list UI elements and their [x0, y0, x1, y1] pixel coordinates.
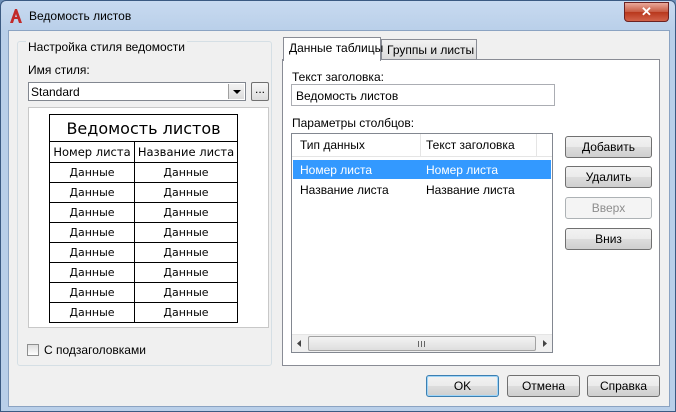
preview-row: Данные Данные [49, 262, 238, 283]
preview-cell: Данные [49, 242, 135, 263]
preview-cell: Данные [134, 222, 238, 243]
preview-cell: Данные [134, 182, 238, 203]
chevron-down-icon[interactable] [228, 84, 244, 99]
dialog-window: Ведомость листов ✕ Настройка стиля ведом… [0, 0, 676, 412]
header-text-field[interactable]: Ведомость листов [291, 84, 555, 106]
preview-row: Данные Данные [49, 222, 238, 243]
preview-cell: Данные [49, 202, 135, 223]
list-item-type: Номер листа [300, 163, 373, 177]
style-name-combobox[interactable]: Standard [28, 82, 246, 101]
add-button-label: Добавить [581, 140, 636, 154]
add-button[interactable]: Добавить [565, 136, 652, 158]
autocad-a-icon [10, 9, 22, 23]
horizontal-scrollbar[interactable] [292, 334, 552, 352]
style-name-value: Standard [31, 85, 80, 99]
style-name-label: Имя стиля: [28, 63, 90, 77]
subheadings-checkbox-label[interactable]: С подзаголовками [44, 343, 146, 357]
column-header-title-text[interactable]: Текст заголовка [426, 138, 515, 152]
tab-table-data[interactable]: Данные таблицы [283, 37, 384, 61]
preview-row: Данные Данные [49, 182, 238, 203]
list-item-type: Название листа [300, 183, 389, 197]
scroll-right-icon[interactable] [537, 336, 552, 351]
help-button-label: Справка [599, 379, 648, 393]
browse-style-button[interactable]: ... [251, 82, 269, 101]
delete-button-label: Удалить [585, 170, 632, 184]
cancel-button[interactable]: Отмена [507, 375, 580, 397]
preview-cell: Данные [134, 302, 238, 323]
tab-label: Группы и листы [387, 43, 475, 57]
columns-label: Параметры столбцов: [292, 116, 415, 130]
column-divider[interactable] [536, 134, 537, 156]
window-title: Ведомость листов [29, 9, 132, 23]
preview-cell: Данные [134, 262, 238, 283]
list-item-header: Номер листа [426, 163, 499, 177]
preview-cell: Данные [134, 242, 238, 263]
preview-cell: Данные [49, 302, 135, 323]
grip-icon [418, 341, 425, 347]
preview-row: Данные Данные [49, 302, 238, 323]
columns-listview[interactable]: Тип данных Текст заголовка Номер листа Н… [291, 133, 553, 353]
dialog-client-area: Настройка стиля ведомости Имя стиля: Sta… [8, 30, 670, 407]
preview-header-cell: Название листа [134, 141, 238, 163]
list-item-header: Название листа [426, 183, 515, 197]
subheadings-checkbox[interactable] [27, 344, 39, 356]
listview-header: Тип данных Текст заголовка [292, 134, 552, 157]
preview-cell: Данные [49, 182, 135, 203]
close-icon: ✕ [641, 4, 652, 19]
list-item[interactable]: Номер листа Номер листа [293, 160, 551, 179]
ok-button[interactable]: OK [426, 375, 499, 397]
scroll-left-icon[interactable] [292, 336, 307, 351]
ok-button-label: OK [453, 379, 472, 393]
style-preview: Ведомость листов Номер листа Название ли… [28, 107, 269, 328]
preview-row: Данные Данные [49, 202, 238, 223]
column-header-data-type[interactable]: Тип данных [300, 138, 365, 152]
help-button[interactable]: Справка [587, 375, 660, 397]
move-up-button-label: Вверх [591, 201, 626, 215]
preview-row: Данные Данные [49, 242, 238, 263]
title-bar[interactable]: Ведомость листов ✕ [1, 1, 675, 31]
column-divider[interactable] [420, 134, 421, 156]
preview-table: Ведомость листов Номер листа Название ли… [49, 114, 238, 323]
cancel-button-label: Отмена [521, 379, 566, 393]
tab-groups-and-sheets[interactable]: Группы и листы [381, 39, 477, 59]
preview-row: Данные Данные [49, 162, 238, 183]
move-down-button[interactable]: Вниз [565, 228, 652, 250]
preview-cell: Данные [134, 282, 238, 303]
preview-cell: Данные [49, 222, 135, 243]
preview-cell: Данные [134, 162, 238, 183]
delete-button[interactable]: Удалить [565, 166, 652, 188]
preview-cell: Данные [49, 282, 135, 303]
preview-cell: Данные [49, 162, 135, 183]
tab-label: Данные таблицы [289, 41, 384, 55]
scrollbar-thumb[interactable] [308, 336, 536, 351]
preview-cell: Данные [49, 262, 135, 283]
preview-header-cell: Номер листа [49, 141, 135, 163]
preview-row: Данные Данные [49, 282, 238, 303]
list-item[interactable]: Название листа Название листа [293, 180, 551, 199]
move-down-button-label: Вниз [595, 232, 622, 246]
header-text-label: Текст заголовка: [292, 70, 384, 84]
close-button[interactable]: ✕ [624, 2, 669, 22]
move-up-button[interactable]: Вверх [565, 197, 652, 219]
style-settings-group-title: Настройка стиля ведомости [26, 40, 187, 54]
header-text-value: Ведомость листов [296, 89, 399, 103]
preview-cell: Данные [134, 202, 238, 223]
preview-title: Ведомость листов [49, 114, 238, 142]
